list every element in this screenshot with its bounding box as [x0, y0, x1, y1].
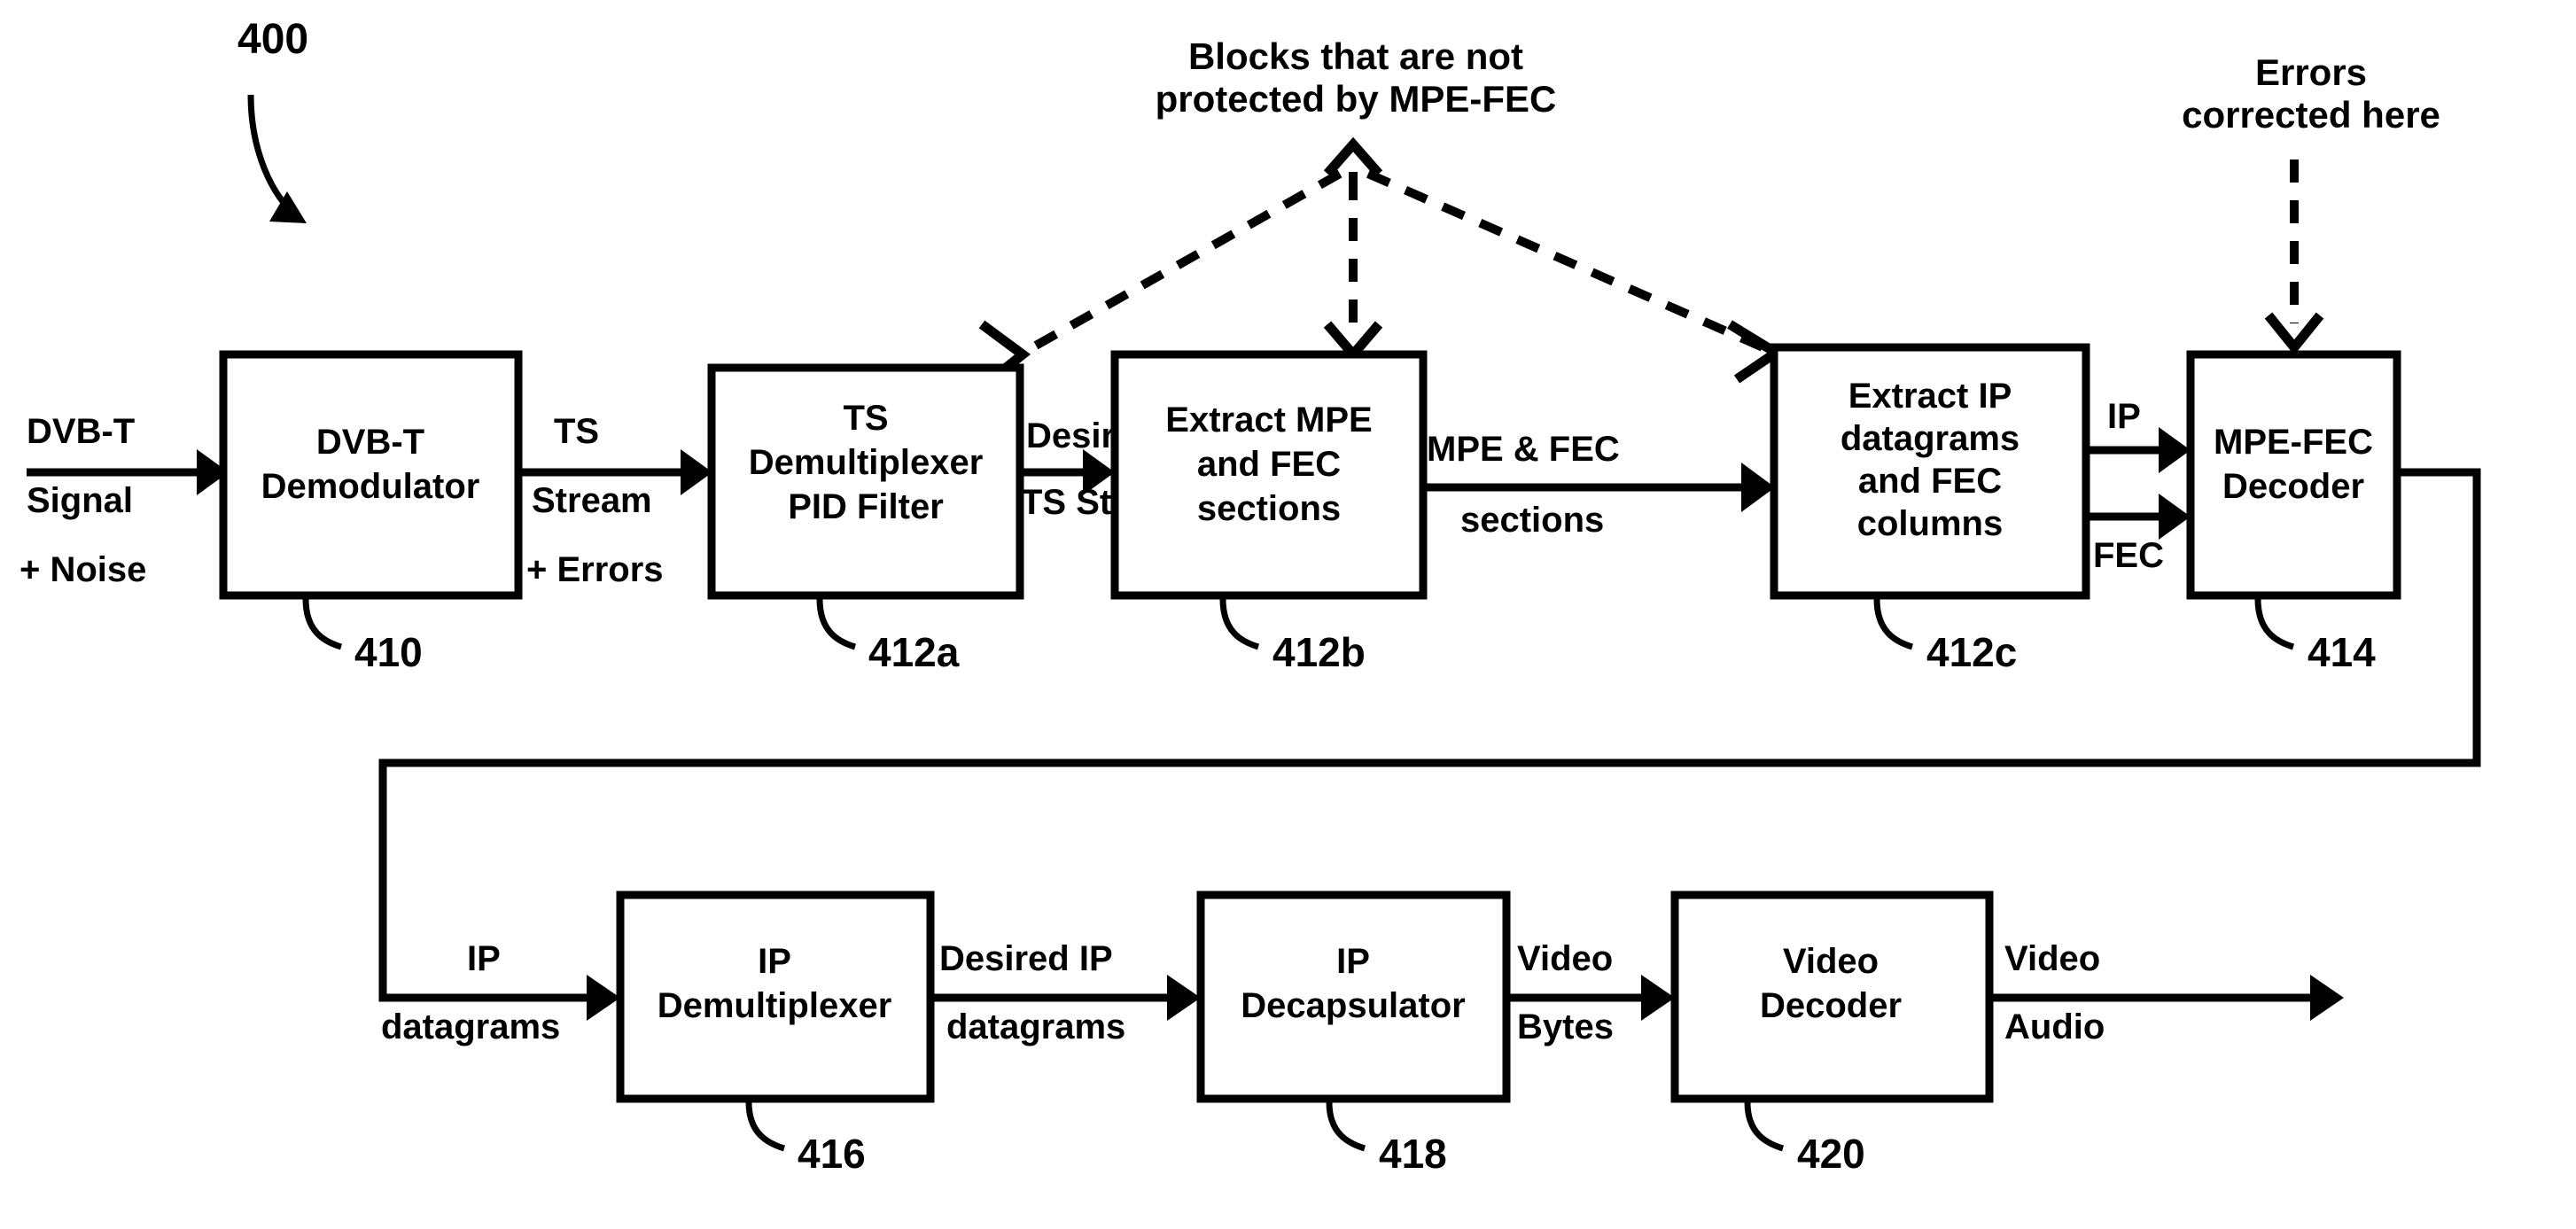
feedback-path-arrowhead [587, 975, 620, 1021]
edge-mpe-fec-sections: MPE & FEC sections [1423, 430, 1775, 540]
block-412c-label-line2: datagrams [1841, 419, 2020, 458]
block-414-ref-number: 414 [2308, 629, 2376, 675]
block-418-ip-decapsulator[interactable]: IP Decapsulator 418 [1196, 891, 1511, 1177]
block-412c-label-line3: and FEC [1858, 462, 2002, 501]
figure-leader-arrowhead [269, 191, 307, 223]
block-418-label-line1: IP [1336, 942, 1370, 981]
edge-label-ts-1: TS [554, 412, 599, 451]
not-protected-annotation: Blocks that are not protected by MPE-FEC [978, 35, 1786, 384]
edge-ts-stream: TS Stream + Errors [518, 412, 712, 589]
dashed-branch-right-arrowhead [1727, 320, 1786, 384]
block-412b-ref-leader [1219, 598, 1260, 650]
dashed-branch-left [1025, 169, 1342, 354]
errors-corrected-line2: corrected here [2182, 94, 2440, 136]
edge-label-dvbt-1: DVB-T [27, 412, 135, 451]
block-412c-extract-ip-datagrams[interactable]: Extract IP datagrams and FEC columns 412… [1770, 343, 2090, 675]
edge-label-desiredip-2: datagrams [946, 1007, 1125, 1046]
block-420-label-line1: Video [1783, 942, 1879, 981]
block-412a-ref-leader [816, 598, 857, 650]
figure-number-group: 400 [237, 16, 308, 223]
edge-label-ip-top: IP [2107, 397, 2141, 436]
block-412b-extract-mpe-fec[interactable]: Extract MPE and FEC sections 412b [1110, 350, 1428, 675]
edge-input-dvbt: DVB-T Signal + Noise [19, 412, 229, 589]
not-protected-line2: protected by MPE-FEC [1156, 78, 1557, 120]
block-416-ref-leader [745, 1101, 786, 1152]
block-418-ref-leader [1326, 1101, 1366, 1152]
edge-video-bytes: Video Bytes [1506, 939, 1675, 1046]
block-416-label-line2: Demultiplexer [658, 986, 892, 1025]
block-414-ref-leader [2254, 598, 2295, 650]
edge-ip-arrowhead [2159, 427, 2191, 473]
edge-fec-to-decoder: FEC [2087, 494, 2191, 575]
block-412b-label-line2: and FEC [1197, 445, 1341, 484]
block-410-dvbt-demodulator[interactable]: DVB-T Demodulator 410 [219, 350, 523, 675]
edge-desired-ip-datagrams: Desired IP datagrams [930, 939, 1201, 1046]
errors-corrected-line1: Errors [2255, 51, 2367, 93]
edge-label-mpefec-2: sections [1460, 501, 1604, 540]
block-412b-label-line3: sections [1197, 489, 1341, 528]
figure-number: 400 [237, 16, 308, 63]
edge-video-audio-output: Video Audio [1989, 939, 2344, 1046]
block-412b-label-line1: Extract MPE [1165, 401, 1372, 439]
block-418-ref-number: 418 [1379, 1131, 1447, 1177]
block-414-label-line2: Decoder [2222, 467, 2364, 506]
block-412a-label-line2: Demultiplexer [749, 443, 984, 482]
edge-label-desiredip-1: Desired IP [939, 939, 1113, 978]
block-412b-ref-number: 412b [1272, 629, 1366, 675]
block-418-label-line2: Decapsulator [1241, 986, 1465, 1025]
edge-label-ts-3: + Errors [526, 550, 664, 589]
block-412a-label-line3: PID Filter [788, 487, 944, 526]
edge-label-videobytes-1: Video [1517, 939, 1613, 978]
edge-video-audio-arrowhead [2310, 975, 2344, 1021]
edge-label-videoaudio-1: Video [2004, 939, 2100, 978]
block-416-label-line1: IP [758, 942, 791, 981]
not-protected-line1: Blocks that are not [1188, 35, 1523, 77]
edge-label-ipdatagrams-2: datagrams [381, 1007, 560, 1046]
block-410-ref-leader [302, 598, 343, 650]
block-412c-label-line1: Extract IP [1848, 377, 2012, 416]
block-412a-ref-number: 412a [868, 629, 960, 675]
block-412c-ref-number: 412c [1926, 629, 2017, 675]
block-410-label-line2: Demodulator [261, 467, 480, 506]
edge-label-ipdatagrams-1: IP [467, 939, 501, 978]
edge-label-fec-top: FEC [2093, 536, 2164, 575]
edge-label-ts-2: Stream [532, 481, 652, 520]
edge-label-mpefec-1: MPE & FEC [1427, 430, 1620, 469]
edge-label-videobytes-2: Bytes [1517, 1007, 1614, 1046]
block-420-label-line2: Decoder [1760, 986, 1902, 1025]
block-412c-label-line4: columns [1857, 504, 2003, 543]
apex-arrowhead [1323, 136, 1383, 177]
edge-desired-ip-arrowhead [1167, 975, 1201, 1021]
errors-corrected-arrowhead [2264, 312, 2324, 355]
block-420-video-decoder[interactable]: Video Decoder 420 [1670, 891, 1994, 1177]
figure-canvas: 400 Blocks that are not protected by MPE… [0, 0, 2576, 1229]
dashed-branch-right [1366, 169, 1771, 354]
dashed-branch-middle-arrowhead [1323, 321, 1383, 362]
edge-fec-arrowhead [2159, 494, 2191, 540]
block-420-ref-number: 420 [1797, 1131, 1865, 1177]
errors-corrected-annotation: Errors corrected here [2182, 51, 2440, 355]
edge-label-videoaudio-2: Audio [2004, 1007, 2105, 1046]
block-412a-ts-demultiplexer[interactable]: TS Demultiplexer PID Filter 412a [707, 363, 1024, 675]
edge-video-bytes-arrowhead [1641, 975, 1675, 1021]
block-416-ref-number: 416 [798, 1131, 866, 1177]
block-410-label-line1: DVB-T [316, 423, 424, 462]
block-diagram: 400 Blocks that are not protected by MPE… [19, 16, 2481, 1177]
block-414-label-line1: MPE-FEC [2214, 423, 2373, 462]
edge-ip-to-decoder: IP [2087, 397, 2191, 473]
block-420-ref-leader [1744, 1101, 1785, 1152]
block-414-mpe-fec-decoder[interactable]: MPE-FEC Decoder 414 [2186, 350, 2401, 675]
block-416-ip-demultiplexer[interactable]: IP Demultiplexer 416 [616, 891, 935, 1177]
block-412c-ref-leader [1873, 598, 1914, 650]
edge-label-dvbt-2: Signal [27, 481, 133, 520]
block-412a-label-line1: TS [843, 399, 888, 438]
edge-label-dvbt-3: + Noise [19, 550, 146, 589]
edge-mpe-fec-arrowhead [1741, 463, 1775, 512]
block-410-ref-number: 410 [354, 629, 423, 675]
